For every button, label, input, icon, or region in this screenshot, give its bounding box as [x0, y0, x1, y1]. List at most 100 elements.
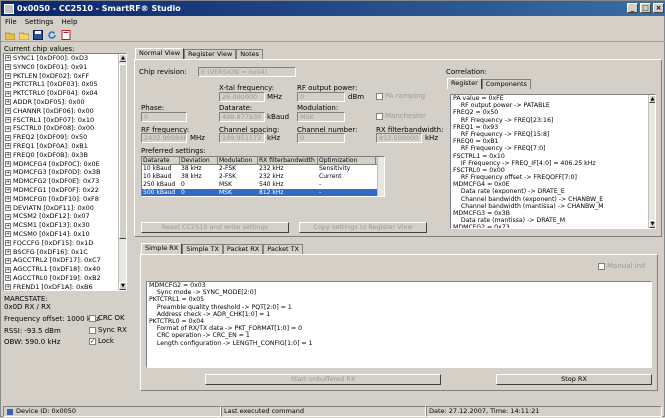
channel-number-input[interactable]: 0 [297, 133, 345, 143]
expand-icon[interactable]: + [5, 152, 11, 159]
table-row[interactable]: 500 kBaud 0 MSK 812 kHz - [142, 189, 384, 196]
expand-icon[interactable]: + [5, 213, 11, 220]
close-button[interactable]: × [653, 3, 664, 13]
column-header[interactable]: Datarate [142, 157, 180, 164]
column-header[interactable]: Optimization [318, 157, 376, 164]
list-item[interactable]: + MCSM2 [0xDF12]: 0x07 [4, 212, 126, 221]
expand-icon[interactable]: + [5, 72, 11, 79]
list-item[interactable]: + MCSM0 [0xDF14]: 0x10 [4, 230, 126, 239]
preferred-settings-table[interactable]: Datarate Deviation Modulation RX filterb… [141, 156, 385, 197]
document-icon[interactable] [60, 30, 71, 41]
open-icon[interactable] [18, 30, 29, 41]
scroll-up-icon[interactable]: ▲ [649, 95, 655, 103]
tab-register[interactable]: Register [447, 78, 482, 89]
column-header[interactable]: Deviation [180, 157, 218, 164]
table-row[interactable]: 250 kBaud 0 MSK 540 kHz - [142, 181, 384, 189]
phase-input[interactable]: 0 [141, 112, 187, 122]
list-item[interactable]: + SYNC0 [0xDF01]: 0x91 [4, 63, 126, 72]
expand-icon[interactable]: + [5, 81, 11, 88]
tab-notes[interactable]: Notes [236, 49, 264, 59]
expand-icon[interactable]: + [5, 266, 11, 273]
expand-icon[interactable]: + [5, 125, 11, 132]
expand-icon[interactable]: + [5, 178, 11, 185]
list-item[interactable]: + FREQ2 [0xDF09]: 0x50 [4, 133, 126, 142]
table-row[interactable]: 10 kBaud 38 kHz 2-FSK 232 kHz Sensitivity [142, 165, 384, 173]
column-header[interactable]: RX filterbandwidth [258, 157, 318, 164]
list-item[interactable]: + PKTLEN [0xDF02]: 0xFF [4, 72, 126, 81]
manchester-box[interactable] [376, 112, 383, 120]
copy-settings-button[interactable]: Copy settings to Register View [299, 222, 427, 233]
scroll-thumb[interactable] [119, 64, 126, 239]
expand-icon[interactable]: + [5, 55, 11, 62]
menu-settings[interactable]: Settings [25, 18, 54, 26]
open-folder-icon[interactable] [4, 30, 15, 41]
maximize-button[interactable]: □ [640, 3, 651, 13]
expand-icon[interactable]: + [5, 169, 11, 176]
manual-init-checkbox[interactable]: Manual init [598, 262, 646, 270]
list-item[interactable]: + PKTCTRL0 [0xDF04]: 0x04 [4, 89, 126, 98]
list-item[interactable]: + AGCCTRL0 [0xDF19]: 0xB2 [4, 274, 126, 283]
list-item[interactable]: + MDMCFG2 [0xDF0E]: 0x73 [4, 177, 126, 186]
list-item[interactable]: + AGCCTRL1 [0xDF18]: 0x40 [4, 265, 126, 274]
minimize-button[interactable]: _ [627, 3, 638, 13]
expand-icon[interactable]: + [5, 134, 11, 141]
list-item[interactable]: + FREQ1 [0xDF0A]: 0xB1 [4, 142, 126, 151]
list-item[interactable]: + MDMCFG3 [0xDF0D]: 0x3B [4, 168, 126, 177]
expand-icon[interactable]: + [5, 108, 11, 115]
list-item[interactable]: + MCSM1 [0xDF13]: 0x30 [4, 221, 126, 230]
list-item[interactable]: + MDMCFG0 [0xDF10]: 0xF8 [4, 195, 126, 204]
expand-icon[interactable]: + [5, 231, 11, 238]
list-item[interactable]: + FSCTRL1 [0xDF07]: 0x10 [4, 116, 126, 125]
start-unbuffered-rx-button[interactable]: Start unbuffered RX [205, 374, 441, 385]
expand-icon[interactable]: + [5, 204, 11, 211]
refresh-icon[interactable] [46, 30, 57, 41]
list-item[interactable]: + DEVIATN [0xDF11]: 0x00 [4, 204, 126, 213]
tab-simple-tx[interactable]: Simple TX [182, 244, 223, 254]
datarate-input[interactable]: 499.877930 [219, 112, 265, 122]
expand-icon[interactable]: + [5, 196, 11, 203]
table-scrollbar[interactable] [377, 157, 384, 196]
expand-icon[interactable]: + [5, 143, 11, 150]
correlation-scrollbar[interactable]: ▲ ▼ [648, 95, 655, 228]
rf-frequency-input[interactable]: 2432.999848 [141, 133, 187, 143]
expand-icon[interactable]: + [5, 160, 11, 167]
list-item[interactable]: + FREQ0 [0xDF0B]: 0x3B [4, 151, 126, 160]
menu-help[interactable]: Help [61, 18, 77, 26]
list-item[interactable]: + CHANNR [0xDF06]: 0x00 [4, 107, 126, 116]
reset-write-button[interactable]: Reset CC2510 and write settings [141, 222, 289, 233]
list-item[interactable]: + FREND1 [0xDF1A]: 0xB6 [4, 283, 126, 290]
expand-icon[interactable]: + [5, 248, 11, 255]
rf-output-power-select[interactable]: 0 [297, 92, 345, 102]
manchester-checkbox[interactable]: Manchester [376, 112, 426, 120]
stop-rx-button[interactable]: Stop RX [496, 374, 652, 385]
expand-icon[interactable]: + [5, 99, 11, 106]
table-row[interactable]: 10 kBaud 38 kHz 2-FSK 232 kHz Current [142, 173, 384, 181]
list-item[interactable]: + AGCCTRL2 [0xDF17]: 0xC7 [4, 256, 126, 265]
column-header[interactable]: Modulation [218, 157, 258, 164]
list-item[interactable]: + MDMCFG1 [0xDF0F]: 0x22 [4, 186, 126, 195]
tab-packet-rx[interactable]: Packet RX [222, 244, 264, 254]
list-item[interactable]: + PKTCTRL1 [0xDF03]: 0x05 [4, 80, 126, 89]
list-item[interactable]: + MDMCFG4 [0xDF0C]: 0x0E [4, 160, 126, 169]
scroll-up-icon[interactable]: ▲ [119, 54, 126, 62]
xtal-frequency-select[interactable]: 26.000000 [219, 92, 265, 102]
expand-icon[interactable]: + [5, 222, 11, 229]
tree-scrollbar[interactable]: ▲ ▼ [118, 54, 126, 290]
list-item[interactable]: + SYNC1 [0xDF00]: 0xD3 [4, 54, 126, 63]
expand-icon[interactable]: + [5, 64, 11, 71]
pa-ramping-checkbox[interactable]: PA ramping [376, 92, 425, 100]
expand-icon[interactable]: + [5, 284, 11, 290]
expand-icon[interactable]: + [5, 240, 11, 247]
channel-spacing-input[interactable]: 199.951172 [219, 133, 265, 143]
expand-icon[interactable]: + [5, 90, 11, 97]
tab-normal-view[interactable]: Normal View [135, 48, 185, 59]
tab-register-view[interactable]: Register View [184, 49, 237, 59]
menu-file[interactable]: File [5, 18, 17, 26]
pa-ramping-box[interactable] [376, 92, 383, 100]
list-item[interactable]: + BSCFG [0xDF16]: 0x1C [4, 248, 126, 257]
list-item[interactable]: + FSCTRL0 [0xDF08]: 0x00 [4, 124, 126, 133]
scroll-down-icon[interactable]: ▼ [649, 220, 655, 228]
chip-revision-select[interactable]: E (VERSION = 0x04) [198, 67, 296, 77]
save-icon[interactable] [32, 30, 43, 41]
expand-icon[interactable]: + [5, 187, 11, 194]
